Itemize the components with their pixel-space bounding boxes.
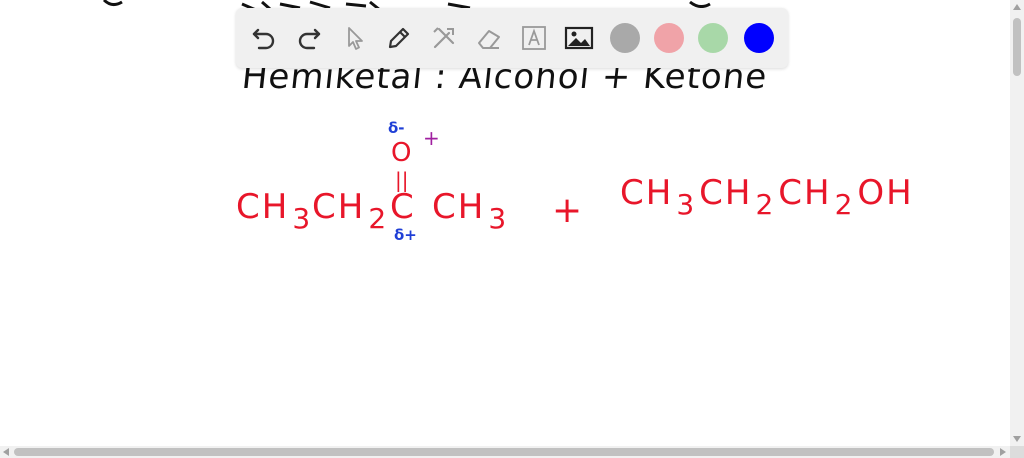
ketone-ch2: CH 2: [312, 187, 389, 235]
scroll-down-arrow[interactable]: [1013, 436, 1021, 442]
whiteboard-app: Hemiketal : Alcohol + Ketone δ- + O || C…: [0, 0, 1024, 458]
text-box-icon: [522, 26, 546, 50]
pointer-icon: [348, 27, 363, 50]
vertical-scrollbar[interactable]: [1010, 0, 1024, 446]
color-swatch-green[interactable]: [698, 23, 728, 53]
color-swatch-blue[interactable]: [744, 23, 774, 53]
pen-icon: [388, 27, 410, 49]
alcohol-propanol: CH 3CH 2CH 2OH: [620, 173, 914, 221]
ketone-ch3-left: CH 3: [236, 187, 313, 235]
scrollbar-corner: [1010, 446, 1024, 458]
ketone-carbonyl-carbon: C: [390, 187, 416, 227]
select-tool-button[interactable]: [338, 22, 370, 54]
scroll-up-arrow[interactable]: [1013, 4, 1021, 10]
redo-icon: [298, 28, 321, 50]
horizontal-scroll-thumb[interactable]: [14, 448, 994, 456]
image-tool-button[interactable]: [563, 22, 595, 54]
scroll-left-arrow[interactable]: [3, 448, 9, 456]
pen-tool-button[interactable]: [383, 22, 415, 54]
drawing-toolbar: [236, 8, 788, 68]
oxygen-atom: O: [391, 138, 414, 168]
color-swatch-gray[interactable]: [610, 23, 640, 53]
undo-button[interactable]: [248, 22, 280, 54]
crossed-tools-icon: [433, 27, 455, 49]
eraser-tool-button[interactable]: [473, 22, 505, 54]
undo-icon: [252, 28, 275, 50]
reaction-plus: +: [552, 190, 585, 231]
horizontal-scrollbar[interactable]: [0, 446, 1010, 458]
ketone-ch3-right: CH 3: [432, 187, 509, 235]
scroll-right-arrow[interactable]: [1000, 448, 1006, 456]
vertical-scroll-thumb[interactable]: [1013, 18, 1021, 76]
color-swatch-pink[interactable]: [654, 23, 684, 53]
text-tool-button[interactable]: [518, 22, 550, 54]
delta-plus-label: δ+: [394, 226, 417, 244]
cursor-plus-mark: +: [423, 126, 440, 150]
eraser-icon: [478, 30, 500, 49]
image-icon: [564, 26, 594, 50]
tools-button[interactable]: [428, 22, 460, 54]
redo-button[interactable]: [293, 22, 325, 54]
delta-minus-label: δ-: [388, 119, 405, 137]
